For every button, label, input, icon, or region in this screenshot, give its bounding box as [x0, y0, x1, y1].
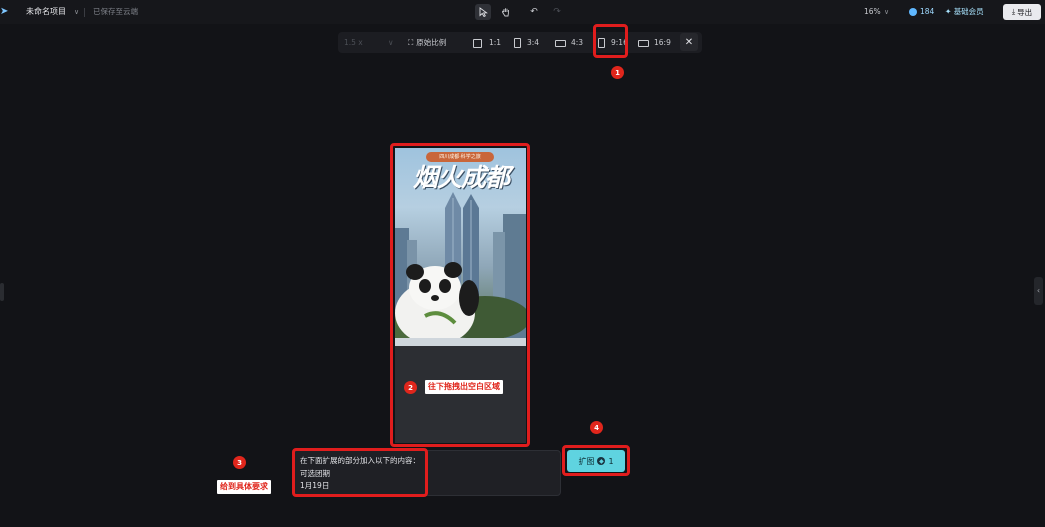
original-ratio-label: 原始比例: [416, 38, 447, 47]
export-label: 导出: [1017, 7, 1033, 17]
hand-icon[interactable]: [498, 4, 514, 20]
requirement-hint-label: 给到具体要求: [217, 480, 271, 494]
chevron-down-icon[interactable]: ∨: [74, 6, 79, 18]
square-ratio-icon: [473, 38, 482, 48]
ratio-16-9[interactable]: 16:9: [638, 37, 671, 49]
credit-coin-icon: [909, 8, 917, 16]
step-badge-3: 3: [233, 456, 246, 469]
sparkle-icon: ✦: [945, 7, 952, 16]
membership-link[interactable]: ✦ 基础会员: [945, 6, 984, 18]
drag-hint-label: 往下拖拽出空白区域: [425, 380, 503, 394]
landscape-ratio-icon: [555, 39, 566, 47]
logo-icon[interactable]: ➤: [0, 6, 10, 18]
original-ratio-button[interactable]: ⛶ 原始比例: [408, 37, 446, 49]
original-ratio-icon: ⛶: [408, 38, 414, 47]
redo-icon[interactable]: ↷: [549, 4, 565, 20]
cursor-arrow-icon[interactable]: [475, 4, 491, 20]
right-panel-handle[interactable]: ‹: [1034, 277, 1043, 305]
ratio-label: 3:4: [527, 38, 540, 47]
zoom-level[interactable]: 16%: [864, 6, 881, 18]
undo-icon[interactable]: ↶: [526, 4, 542, 20]
ratio-label: 16:9: [654, 38, 671, 47]
step-badge-2: 2: [404, 381, 417, 394]
chevron-down-icon[interactable]: ∨: [388, 37, 394, 49]
download-icon: ⤓: [1011, 7, 1016, 16]
highlight-canvas: [390, 143, 530, 447]
credits[interactable]: 184: [909, 6, 934, 18]
scale-value: 1.5 x: [344, 38, 363, 47]
chevron-down-icon[interactable]: ∨: [884, 6, 889, 18]
membership-label: 基础会员: [953, 7, 984, 16]
ratio-3-4[interactable]: 3:4: [514, 37, 539, 49]
divider: [84, 8, 85, 17]
highlight-prompt: [292, 448, 428, 497]
save-status: 已保存至云端: [93, 7, 138, 16]
ratio-1-1[interactable]: 1:1: [473, 37, 501, 49]
highlight-expand-button: [562, 445, 630, 476]
step-badge-1: 1: [611, 66, 624, 79]
step-badge-4: 4: [590, 421, 603, 434]
highlight-ratio-9-16: [593, 24, 628, 58]
close-icon[interactable]: ✕: [680, 33, 698, 51]
ratio-label: 4:3: [571, 38, 584, 47]
export-button[interactable]: ⤓ 导出: [1003, 4, 1041, 20]
project-title[interactable]: 未命名项目: [26, 6, 66, 18]
scale-select[interactable]: 1.5 x: [344, 37, 363, 49]
portrait-ratio-icon: [514, 38, 521, 48]
credits-count: 184: [920, 7, 935, 16]
ratio-label: 1:1: [489, 38, 502, 47]
left-panel-handle[interactable]: [0, 283, 4, 301]
landscape-ratio-icon: [638, 39, 649, 47]
ratio-4-3[interactable]: 4:3: [555, 37, 583, 49]
